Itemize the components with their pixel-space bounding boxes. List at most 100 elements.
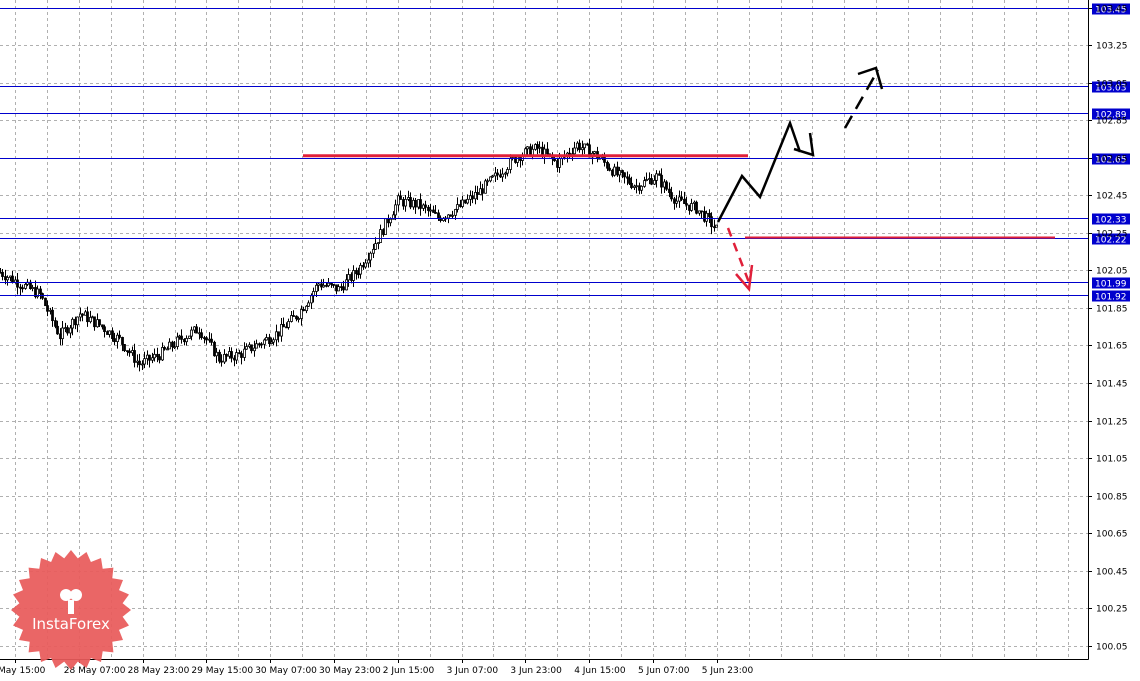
x-tick-label: 28 May 07:00 [64,666,126,676]
candle-body [51,309,54,322]
candle-body [272,339,275,343]
candle-body [695,201,698,214]
candle-body [538,146,541,149]
level-label: 101.92 [1095,293,1127,303]
candle-body [61,327,64,340]
x-tick-label: 29 May 15:00 [191,666,253,676]
candle-body [558,158,561,168]
candle-body [635,185,638,188]
candle-body [466,198,469,204]
candle-body [168,341,171,350]
candle-body [660,174,663,188]
candle-body [243,348,246,358]
candle-body [39,288,42,295]
candle-body [668,188,671,193]
candle-body [240,353,243,358]
candle-body [715,224,718,228]
candle-body [389,218,392,224]
candle-body [628,177,631,184]
candle-body [578,142,581,151]
candle-body [451,214,454,217]
x-tick-label: 3 Jun 23:00 [510,666,562,676]
candle-body [307,302,310,307]
y-tick-label: 101.45 [1096,380,1128,390]
candle-body [250,344,253,352]
instaforex-logo: InstaForex [11,550,131,670]
candle-body [429,209,432,212]
candle-body [235,352,238,361]
candle-body [461,199,464,207]
y-tick-label: 101.85 [1096,305,1128,315]
candle-body [128,350,131,354]
candle-body [158,356,161,361]
candle-body [509,157,512,170]
candle-body [171,341,174,348]
candle-body [173,346,176,348]
candle-body [506,169,509,174]
candle-body [705,212,708,222]
y-tick-label: 100.45 [1096,568,1128,578]
x-tick-label: 28 May 23:00 [128,666,190,676]
candle-body [103,326,106,332]
candle-body [394,204,397,216]
candle-body [665,181,668,190]
candle-body [359,264,362,275]
candle-body [606,161,609,169]
candle-body [374,243,377,250]
x-tick-label: 2 Jun 15:00 [383,666,435,676]
candle-body [486,180,489,183]
y-tick-label: 102.25 [1096,230,1128,240]
candle-body [379,229,382,243]
y-tick-label: 101.65 [1096,342,1128,352]
candle-body [347,274,350,281]
candle-body [573,147,576,155]
candle-body [302,309,305,312]
forecast-path-dashed [843,69,880,129]
candle-body [489,176,492,182]
candle-body [399,195,402,200]
candle-body [568,152,571,155]
candle-body [481,188,484,194]
candle-body [305,305,308,312]
candle-body [71,318,74,329]
candle-body [260,343,263,346]
candle-body [337,286,340,292]
logo-emblem-part [68,600,74,614]
candle-body [310,295,313,304]
candle-body [277,331,280,337]
candle-body [185,338,188,343]
candle-body [680,196,683,200]
y-tick-label: 101.25 [1096,418,1128,428]
candle-body [282,323,285,328]
candle-body [613,166,616,176]
candle-body [265,337,268,341]
candle-body [670,192,673,200]
forecast-path-main [716,119,802,223]
y-tick-label: 102.45 [1096,192,1128,202]
candle-body [690,203,693,211]
candle-body [16,279,19,288]
candle-body [263,339,266,345]
candle-body [364,262,367,268]
candle-body [501,173,504,178]
candle-body [700,210,703,213]
forecast-arrows [303,66,1055,292]
candle-body [546,148,549,155]
candle-body [355,270,358,275]
y-tick-label: 102.85 [1096,117,1128,127]
x-tick-label: 5 Jun 07:00 [638,666,690,676]
level-label: 101.99 [1095,280,1127,290]
chart-grid [0,0,1089,660]
candle-body [516,156,519,163]
candle-body [292,315,295,317]
candle-body [287,321,290,328]
y-tick-label: 102.65 [1096,155,1128,165]
candle-body [643,180,646,187]
candle-body [11,275,14,283]
candle-body [133,350,136,363]
candle-body [332,284,335,286]
logo-emblem-part [70,589,82,601]
candles [0,138,718,372]
x-tick-label: 30 May 07:00 [255,666,317,676]
candle-body [255,343,258,349]
